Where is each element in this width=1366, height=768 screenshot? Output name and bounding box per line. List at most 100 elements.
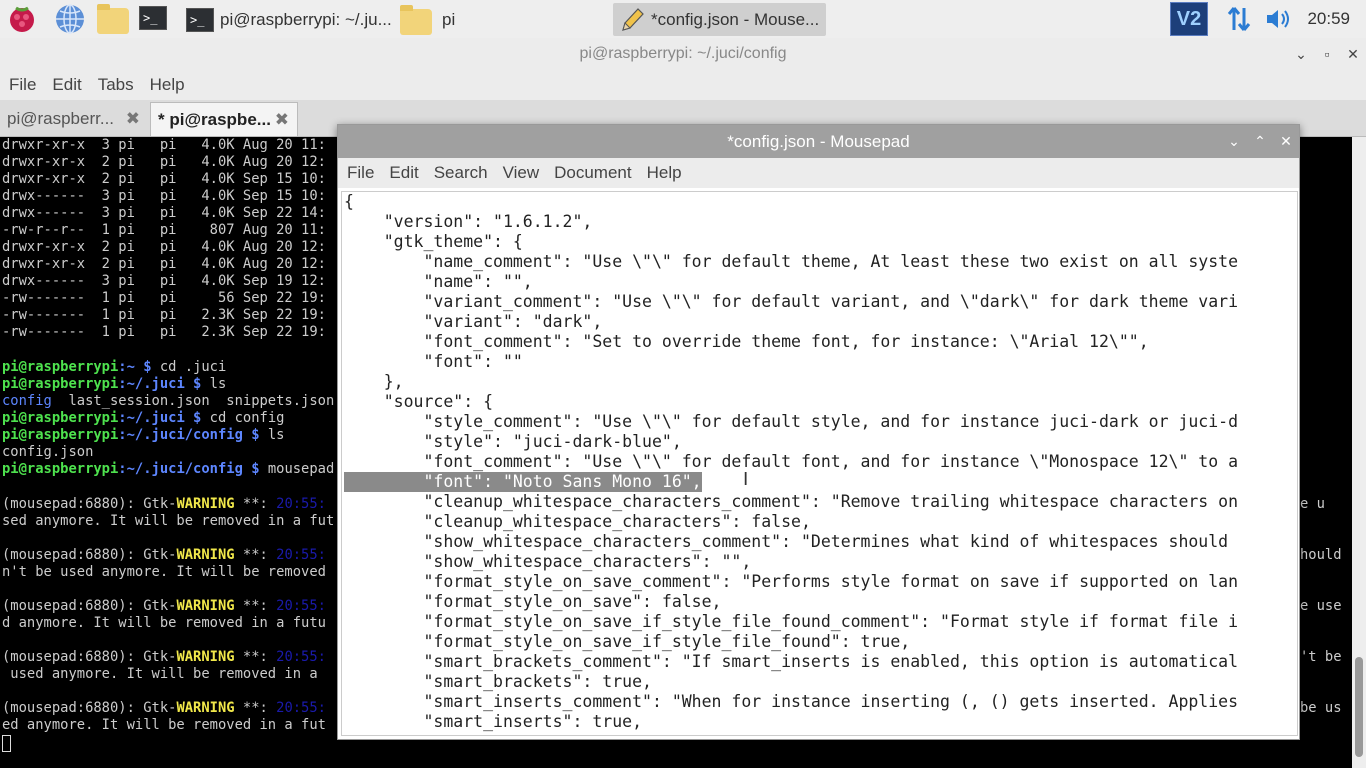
terminal-launcher-icon[interactable]: >_ — [139, 6, 171, 38]
warning-line: (mousepad:6880): Gtk-WARNING **: 20:55: — [2, 496, 326, 512]
code-line: "smart_brackets_comment": "If smart_inse… — [344, 652, 1239, 671]
code-line: "smart_inserts_comment": "When for insta… — [344, 692, 1239, 711]
output-line: config.json — [2, 444, 94, 460]
prompt-line: pi@raspberrypi:~ $ cd .juci — [2, 359, 227, 375]
menu-document[interactable]: Document — [554, 163, 631, 183]
taskbar: >_ >_ pi@raspberrypi: ~/.ju... pi *confi… — [0, 0, 1366, 38]
warning-line: ed anymore. It will be removed in a fut — [2, 717, 326, 733]
code-line: { — [344, 192, 354, 211]
mousepad-menubar: File Edit Search View Document Help — [338, 158, 1299, 188]
listing-line: drwx------ 3 pi pi 4.0K Sep 15 10: — [2, 188, 326, 204]
listing-line: drwxr-xr-x 2 pi pi 4.0K Aug 20 12: — [2, 239, 326, 255]
listing-line: drwxr-xr-x 3 pi pi 4.0K Aug 20 11: — [2, 137, 326, 153]
code-line: "font": "" — [344, 352, 523, 371]
terminal-cursor — [2, 735, 11, 752]
taskbar-task-label: pi@raspberrypi: ~/.ju... — [220, 9, 392, 29]
tab-label: * pi@raspbe... — [158, 110, 271, 129]
code-line: }, — [344, 372, 404, 391]
listing-line: -rw------- 1 pi pi 2.3K Sep 22 19: — [2, 307, 326, 323]
output-line: config last_session.json snippets.json — [2, 393, 335, 409]
code-line: "show_whitespace_characters": "", — [344, 552, 752, 571]
minimize-icon[interactable]: ⌄ — [1227, 125, 1241, 158]
raspberry-menu-icon[interactable] — [6, 3, 38, 35]
right-tail-text: e u — [1300, 496, 1325, 512]
code-line: "variant": "dark", — [344, 312, 603, 331]
menu-edit[interactable]: Edit — [389, 163, 418, 183]
vnc-icon[interactable]: V2 — [1170, 2, 1208, 36]
editor-text-area[interactable]: { "version": "1.6.1.2", "gtk_theme": { "… — [341, 191, 1298, 736]
terminal-scrollbar[interactable] — [1352, 137, 1366, 768]
menu-view[interactable]: View — [503, 163, 540, 183]
code-line: "format_style_on_save_if_style_file_foun… — [344, 632, 911, 651]
code-line: "format_style_on_save": false, — [344, 592, 722, 611]
volume-icon[interactable] — [1264, 6, 1294, 32]
code-line: "font_comment": "Use \"\" for default fo… — [344, 452, 1239, 471]
taskbar-task-folder[interactable]: pi — [400, 3, 528, 36]
close-icon[interactable]: ✕ — [1279, 125, 1293, 158]
menu-file[interactable]: File — [347, 163, 374, 183]
code-line: "format_style_on_save_if_style_file_foun… — [344, 612, 1239, 631]
listing-line: drwxr-xr-x 2 pi pi 4.0K Aug 20 12: — [2, 256, 326, 272]
menu-help[interactable]: Help — [150, 75, 185, 95]
warning-line: sed anymore. It will be removed in a fut — [2, 513, 335, 529]
warning-line: used anymore. It will be removed in a — [2, 666, 326, 682]
menu-help[interactable]: Help — [647, 163, 682, 183]
warning-line: d anymore. It will be removed in a futu — [2, 615, 326, 631]
listing-line: drwx------ 3 pi pi 4.0K Sep 22 14: — [2, 205, 326, 221]
folder-icon — [400, 4, 432, 35]
terminal-title-bar[interactable]: pi@raspberrypi: ~/.juci/config ⌄ ▫ ✕ — [0, 38, 1366, 70]
warning-line: (mousepad:6880): Gtk-WARNING **: 20:55: — [2, 700, 326, 716]
taskbar-task-mousepad[interactable]: *config.json - Mouse... — [613, 3, 826, 36]
listing-line: drwxr-xr-x 2 pi pi 4.0K Sep 15 10: — [2, 171, 326, 187]
code-line: "smart_inserts": true, — [344, 712, 643, 731]
right-tail-text: be us — [1300, 700, 1342, 716]
scrollbar-thumb[interactable] — [1355, 657, 1363, 757]
warning-line: n't be used anymore. It will be removed — [2, 564, 326, 580]
prompt-line: pi@raspberrypi:~/.juci/config $ ls — [2, 427, 285, 443]
warning-line: (mousepad:6880): Gtk-WARNING **: 20:55: — [2, 598, 326, 614]
minimize-icon[interactable]: ⌄ — [1294, 38, 1308, 70]
code-line: "font_comment": "Set to override theme f… — [344, 332, 1149, 351]
menu-file[interactable]: File — [9, 75, 36, 95]
tab-close-icon[interactable]: ✖ — [275, 103, 289, 137]
mousepad-title-bar[interactable]: *config.json - Mousepad ⌄ ⌃ ✕ — [338, 125, 1299, 158]
code-line: "style": "juci-dark-blue", — [344, 432, 682, 451]
taskbar-task-label: *config.json - Mouse... — [651, 9, 820, 29]
mousepad-window: *config.json - Mousepad ⌄ ⌃ ✕ File Edit … — [337, 124, 1300, 740]
code-line: "source": { — [344, 392, 494, 411]
maximize-icon[interactable]: ⌃ — [1253, 125, 1267, 158]
listing-line: -rw-r--r-- 1 pi pi 807 Aug 20 11: — [2, 222, 326, 238]
terminal-tab-2[interactable]: * pi@raspbe... ✖ — [150, 102, 298, 136]
warning-line: (mousepad:6880): Gtk-WARNING **: 20:55: — [2, 547, 326, 563]
file-manager-icon[interactable] — [97, 4, 129, 40]
clock[interactable]: 20:59 — [1307, 9, 1350, 29]
right-tail-text: hould — [1300, 547, 1342, 563]
menu-search[interactable]: Search — [434, 163, 488, 183]
web-browser-icon[interactable] — [54, 3, 86, 35]
menu-tabs[interactable]: Tabs — [98, 75, 134, 95]
terminal-menubar: File Edit Tabs Help — [0, 70, 1366, 100]
right-tail-text: e use — [1300, 598, 1342, 614]
code-line: "style_comment": "Use \"\" for default s… — [344, 412, 1239, 431]
network-icon[interactable] — [1224, 4, 1254, 34]
right-tail-text: 't be — [1300, 649, 1342, 665]
taskbar-task-terminal[interactable]: >_ pi@raspberrypi: ~/.ju... — [186, 3, 398, 36]
code-line: "gtk_theme": { — [344, 232, 523, 251]
code-line: "version": "1.6.1.2", — [344, 212, 593, 231]
terminal-icon: >_ — [186, 7, 214, 32]
code-line: "format_style_on_save_comment": "Perform… — [344, 572, 1239, 591]
warning-line: (mousepad:6880): Gtk-WARNING **: 20:55: — [2, 649, 326, 665]
code-line: "variant_comment": "Use \"\" for default… — [344, 292, 1239, 311]
terminal-tab-1[interactable]: pi@raspberr... ✖ — [0, 102, 148, 136]
prompt-line: pi@raspberrypi:~/.juci/config $ mousepad — [2, 461, 335, 477]
code-line: "smart_brackets": true, — [344, 672, 652, 691]
listing-line: -rw------- 1 pi pi 2.3K Sep 22 19: — [2, 324, 326, 340]
code-line: "name_comment": "Use \"\" for default th… — [344, 252, 1239, 271]
tab-close-icon[interactable]: ✖ — [126, 102, 140, 136]
maximize-icon[interactable]: ▫ — [1320, 38, 1334, 70]
close-icon[interactable]: ✕ — [1346, 38, 1360, 70]
menu-edit[interactable]: Edit — [52, 75, 81, 95]
selected-code-line: "font": "Noto Sans Mono 16", — [344, 472, 702, 492]
code-line: "cleanup_whitespace_characters": false, — [344, 512, 811, 531]
listing-line: drwx------ 3 pi pi 4.0K Sep 19 12: — [2, 273, 326, 289]
